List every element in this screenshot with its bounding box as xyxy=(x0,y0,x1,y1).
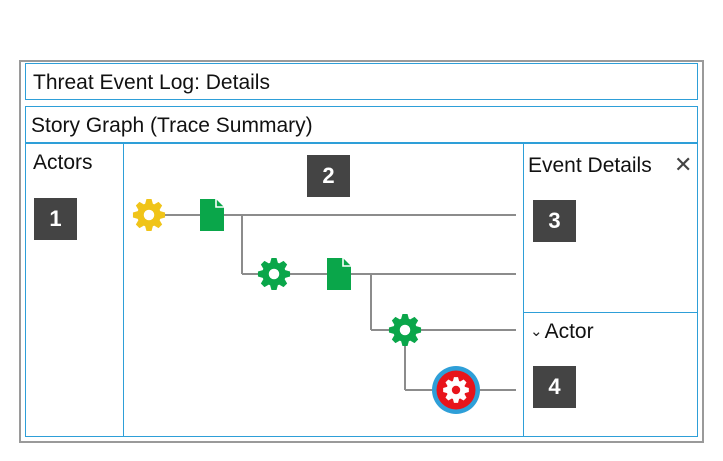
process-node-yellow-gear-icon[interactable] xyxy=(132,198,166,232)
process-node-green-gear-icon-2[interactable] xyxy=(388,313,422,347)
story-graph xyxy=(132,198,516,414)
file-node-green-document-icon-2[interactable] xyxy=(327,258,351,290)
threat-node-red-gear-icon[interactable] xyxy=(432,366,480,414)
file-node-green-document-icon[interactable] xyxy=(200,199,224,231)
graph-connectors xyxy=(160,214,516,391)
graph-nodes xyxy=(132,198,480,414)
process-node-green-gear-icon[interactable] xyxy=(257,257,291,291)
